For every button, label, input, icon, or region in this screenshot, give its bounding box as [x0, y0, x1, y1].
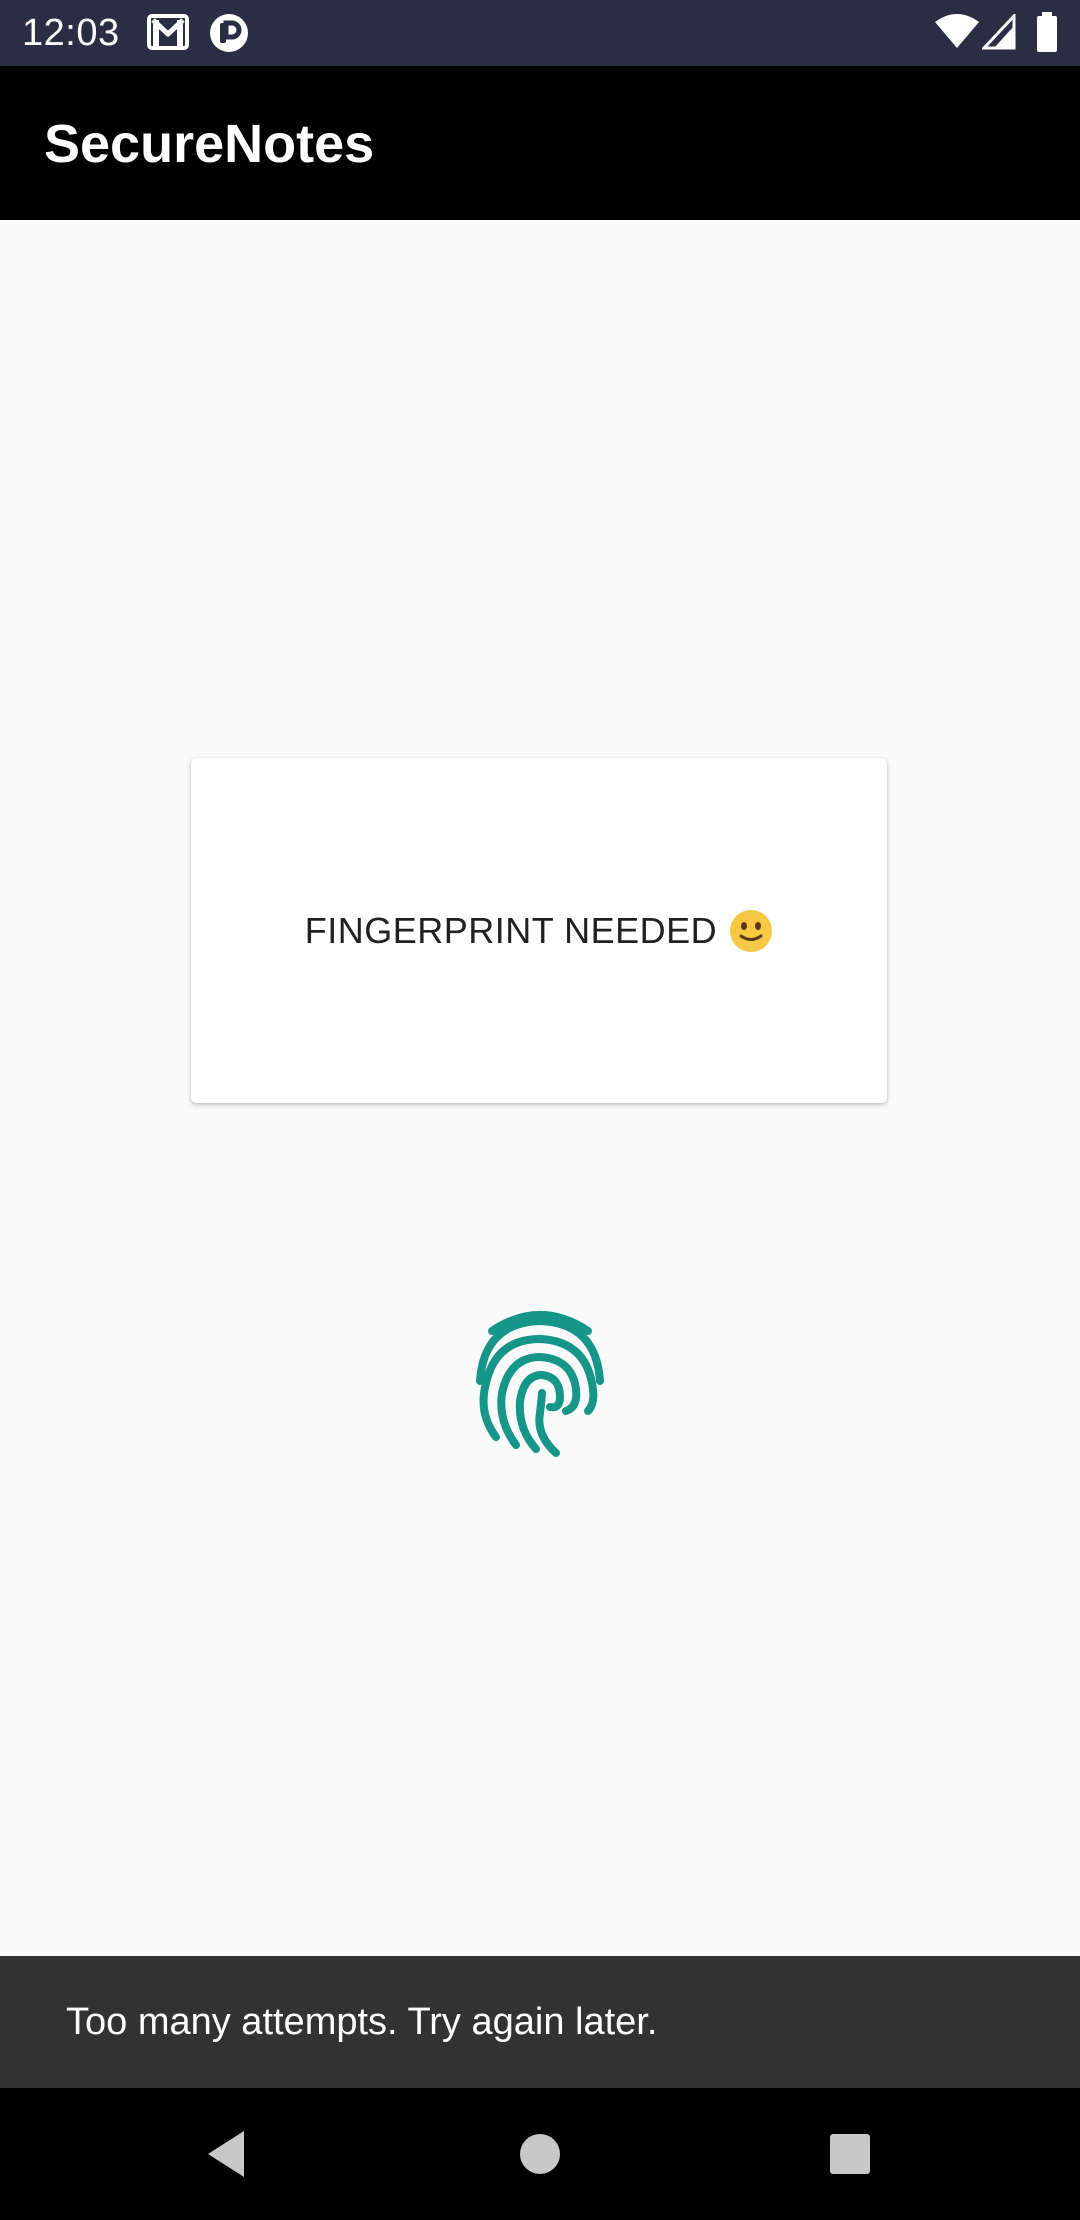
recents-icon	[830, 2134, 870, 2174]
fingerprint-prompt-card: FINGERPRINT NEEDED	[191, 758, 887, 1103]
home-icon	[520, 2134, 560, 2174]
gmail-icon	[147, 14, 189, 50]
snackbar-message: Too many attempts. Try again later.	[66, 2001, 658, 2043]
app-bar: SecureNotes	[0, 66, 1080, 220]
app-notification-icon	[210, 14, 248, 52]
slightly-smiling-face-icon	[730, 909, 773, 952]
snackbar: Too many attempts. Try again later.	[0, 1956, 1080, 2088]
wifi-icon	[935, 14, 979, 48]
home-button[interactable]	[500, 2114, 580, 2194]
main-content: FINGERPRINT NEEDED	[0, 220, 1080, 1956]
card-message: FINGERPRINT NEEDED	[304, 909, 718, 951]
card-message-row: FINGERPRINT NEEDED	[305, 909, 773, 953]
status-time: 12:03	[22, 12, 120, 54]
status-bar: 12:03	[0, 0, 1080, 66]
navigation-bar	[0, 2088, 1080, 2220]
fingerprint-icon[interactable]	[470, 1305, 610, 1465]
back-icon	[208, 2131, 244, 2177]
cell-signal-icon	[982, 14, 1016, 50]
back-button[interactable]	[186, 2114, 266, 2194]
recents-button[interactable]	[810, 2114, 890, 2194]
app-title: SecureNotes	[44, 114, 375, 174]
battery-icon	[1037, 12, 1057, 52]
